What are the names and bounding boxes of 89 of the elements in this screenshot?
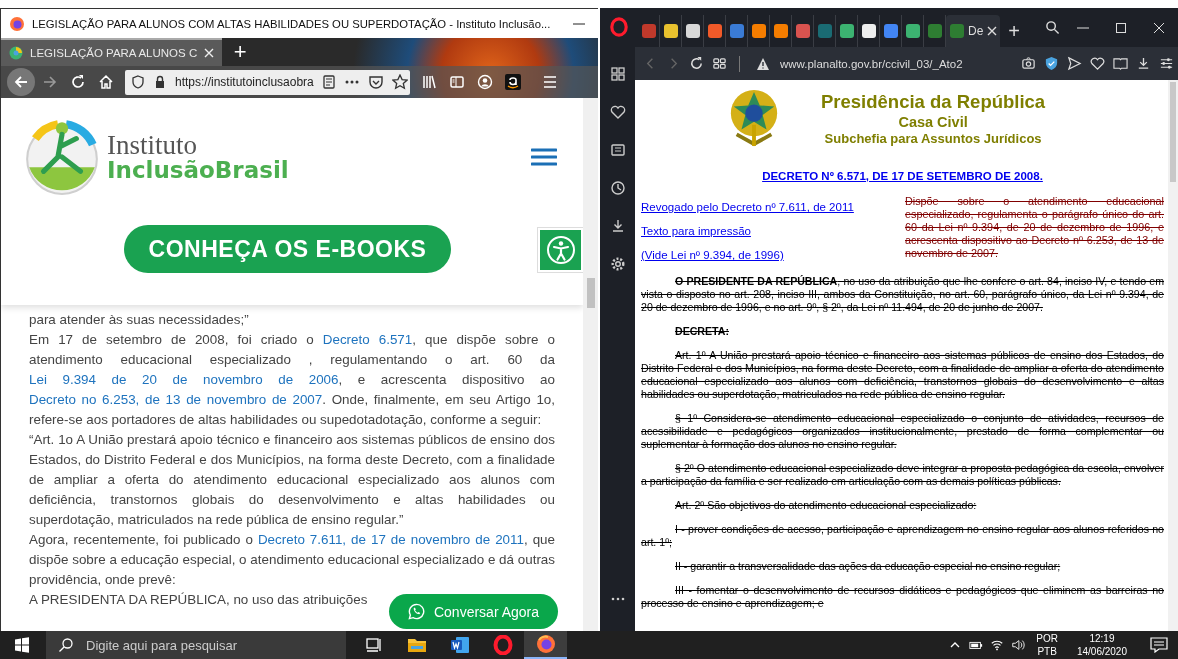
page-subtitle: Subchefia para Assuntos Jurídicos bbox=[824, 130, 1042, 146]
firefox-logo-icon bbox=[9, 15, 25, 32]
heart-icon[interactable] bbox=[609, 104, 626, 120]
minimize-icon bbox=[573, 22, 586, 25]
volume-icon[interactable] bbox=[1011, 639, 1026, 651]
search-icon[interactable] bbox=[1045, 20, 1060, 35]
decree-title-link[interactable]: DECRETO Nº 6.571, DE 17 DE SETEMBRO DE 2008. bbox=[762, 170, 1043, 182]
home-icon[interactable] bbox=[98, 74, 114, 90]
back-icon bbox=[13, 74, 29, 90]
browser-tab[interactable]: De bbox=[946, 15, 1000, 47]
article-paragraph: Em 17 de setembro de 2008, foi criado o Decreto 6.571, que dispõe sobre o atendimento educacional especializado , regulamentando o art. 60 da Lei 9.394 de 20 de novembro de 2006, e acrescenta dispositivo ao Decreto no 6.253, de 13 de novembro de 2007. Onde, finalmente, em seu Artigo 1o, refere-se aos portadores de altas habilidades ou supedotadotação, conforme a seguir: bbox=[29, 331, 555, 429]
reader-icon[interactable] bbox=[1113, 56, 1128, 71]
search-icon bbox=[58, 637, 74, 653]
reader-view-icon[interactable] bbox=[321, 75, 336, 89]
battery-icon[interactable] bbox=[969, 639, 984, 651]
speed-dial-icon[interactable] bbox=[609, 66, 626, 82]
text-link[interactable]: Revogado pelo Decreto nº 7.611, de 2011 bbox=[641, 201, 854, 213]
reload-icon[interactable] bbox=[70, 74, 86, 90]
article-paragraph: Agora, recentemente, foi publicado o Decreto 7.611, de 17 de novembro de 2011, que dispõe sobre a educação especial, o atendimento educacional especializado e dá outras providência, onde prevê: bbox=[29, 531, 555, 589]
search-field[interactable]: Digite aqui para pesquisar bbox=[46, 631, 346, 659]
account-icon[interactable] bbox=[477, 74, 493, 90]
decree-paragraph: II - garantir a transversalidade das ações da educação especial no ensino regular; bbox=[674, 560, 1062, 573]
text-link[interactable]: Texto para impressão bbox=[641, 225, 751, 237]
article-paragraph: para atender às suas necessidades;” bbox=[29, 311, 250, 329]
wifi-icon[interactable] bbox=[990, 639, 1005, 651]
history-icon[interactable] bbox=[609, 180, 626, 196]
decree-paragraph: Art. 1º A União prestará apoio técnico e financeiro aos sistemas públicos de ensino dos Estados, do Distrito Federal e dos Municípios, na forma deste Decreto, com a finalidade de ampliar a oferta do atendimento educacional especializado aos alunos com deficiência, transtornos globais do desenvolvimento e altas habilidades ou superdotação, matriculados na rede pública de ensino regular. bbox=[641, 349, 1164, 401]
clock[interactable]: 12:19 14/06/2020 bbox=[1068, 632, 1135, 658]
section-heading: DECRETA: bbox=[674, 325, 730, 338]
logo-text: Instituto bbox=[107, 132, 198, 159]
bookmark-star-icon[interactable] bbox=[391, 74, 408, 90]
page-title: Presidência da República bbox=[821, 90, 1046, 113]
warning-icon[interactable] bbox=[756, 56, 770, 71]
decree-paragraph: § 2º O atendimento educacional especializado deve integrar a proposta pedagógica da escola, envolver a participação da família e ser realizado em articulação com as demais políticas públicas. bbox=[641, 462, 1164, 488]
accessibility-icon bbox=[545, 235, 576, 265]
language-indicator[interactable]: POR PTB bbox=[1032, 632, 1062, 658]
forward-icon[interactable] bbox=[42, 74, 58, 90]
menu-icon[interactable] bbox=[531, 147, 557, 167]
decree-paragraph: O PRESIDENTE DA REPÚBLICA, no uso da atribuição que lhe confere o art. 84, inciso IV, e tendo em vista o disposto no art. 208, inciso III, ambos da Constituição, no art. 60, parágrafo único, da Lei nº 9.394, de 20 de dezembro de 1996, e no art. 9º, § 2º, da Lei nº 11.494, de 20 de junho de 2007. bbox=[641, 275, 1164, 314]
accessibility-button[interactable] bbox=[538, 228, 583, 272]
article-paragraph: “Art. 1o A União prestará apoio técnico e financeiro aos sistemas públicos de ensino dos Estados, do Distrito Federal e dos Municípios, na forma deste Decreto, com a finalidade de ampliar a oferta do atendimento educacional especializado aos alunos com deficiência, transtornos globais do desenvolvimento e altas habilidades ou superdotação, matriculados na rede pública de ensino regular.” bbox=[29, 431, 555, 529]
decree-paragraph: I - prover condições de acesso, participação e aprendizagem no ensino regular aos alunos referidos no art. 1º; bbox=[641, 523, 1164, 549]
back-button[interactable] bbox=[7, 68, 35, 96]
article-paragraph: A PRESIDENTA DA REPÚBLICA, no uso das atribuições bbox=[29, 591, 368, 609]
scrollbar[interactable] bbox=[1168, 80, 1178, 631]
heart-icon[interactable] bbox=[1090, 56, 1105, 71]
new-tab-button[interactable]: + bbox=[1000, 15, 1028, 47]
text-link[interactable]: Decreto no 6.253, de 13 de novembro de 2007 bbox=[29, 392, 323, 407]
send-icon[interactable] bbox=[1067, 56, 1082, 71]
firefox-icon[interactable] bbox=[524, 631, 567, 659]
download-icon[interactable] bbox=[1136, 56, 1151, 71]
shield-icon[interactable] bbox=[131, 75, 145, 89]
start-icon[interactable] bbox=[14, 637, 30, 653]
whatsapp-icon bbox=[407, 603, 425, 620]
close-icon bbox=[1153, 21, 1165, 34]
new-tab-button[interactable]: + bbox=[222, 38, 259, 66]
maximize-icon bbox=[1115, 21, 1127, 34]
decree-paragraph: § 1º Considera-se atendimento educacional especializado o conjunto de atividades, recursos de acessibilidade e pedagógicos organizados institucionalmente, prestado de forma complementar ou suplementar à formação dos alunos no ensino regular. bbox=[641, 412, 1164, 451]
lock-icon[interactable] bbox=[153, 75, 167, 89]
library-icon[interactable] bbox=[421, 74, 437, 90]
site-favicon-icon bbox=[9, 46, 23, 60]
news-icon[interactable] bbox=[609, 142, 626, 158]
text-link[interactable]: Decreto 7.611, de 17 de novembro de 2011 bbox=[257, 532, 524, 547]
decree-paragraph: Art. 2º São objetivos do atendimento educacional especializado: bbox=[674, 499, 978, 512]
menu-icon[interactable] bbox=[542, 74, 558, 90]
text-link[interactable]: (Vide Lei nº 9.394, de 1996) bbox=[641, 249, 784, 261]
sidebar-icon[interactable] bbox=[449, 74, 465, 90]
text-link[interactable]: Lei 9.394 de 20 de novembro de 2006 bbox=[29, 372, 339, 387]
opera-logo-icon[interactable] bbox=[610, 17, 628, 37]
pocket-icon[interactable] bbox=[367, 74, 384, 90]
notification-icon[interactable] bbox=[1150, 637, 1168, 653]
camera-icon[interactable] bbox=[1021, 56, 1036, 71]
page-subtitle: Casa Civil bbox=[898, 113, 968, 130]
decree-paragraph: III - fomentar o desenvolvimento de recursos didáticos e pedagógicos que eliminem as barreiras no processo de ensino e aprendizagem; e bbox=[641, 584, 1164, 610]
decree-summary: Dispõe sobre o atendimento educacional especializado, regulamenta o parágrafo único do art. 60 da Lei nº 9.394, de 20 de dezembro de 1996, e acrescenta dispositivo ao Decreto nº 6.253, de 13 de novembro de 2007. bbox=[905, 195, 1164, 261]
shield-icon[interactable] bbox=[1044, 56, 1059, 71]
tabs-grid-icon[interactable] bbox=[712, 56, 727, 71]
close-icon[interactable] bbox=[204, 48, 215, 58]
address-bar[interactable]: https://institutoinclusaobra bbox=[125, 69, 410, 95]
logo-text: InclusãoBrasil bbox=[107, 159, 289, 182]
window-title: LEGISLAÇÃO PARA ALUNOS COM ALTAS HABILIDADES OU SUPERDOTAÇÃO - Instituto Inclusão... bbox=[32, 17, 551, 30]
close-icon[interactable] bbox=[987, 26, 998, 36]
scrollbar[interactable] bbox=[583, 98, 598, 631]
amazon-icon[interactable] bbox=[505, 74, 521, 90]
settings-sliders-icon[interactable] bbox=[1159, 56, 1174, 71]
reload-icon[interactable] bbox=[689, 56, 704, 71]
minimize-icon bbox=[1077, 26, 1089, 29]
browser-tab[interactable]: LEGISLAÇÃO PARA ALUNOS C bbox=[1, 38, 223, 66]
settings-icon[interactable] bbox=[609, 256, 626, 272]
